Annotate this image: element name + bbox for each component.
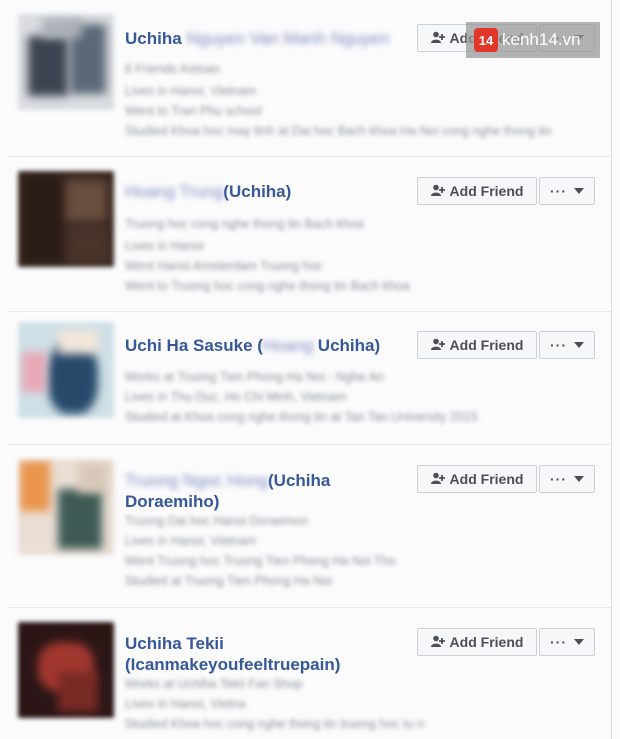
more-options-button[interactable]: ··· — [539, 177, 595, 205]
person-plus-icon — [430, 634, 445, 650]
result-meta: Works at Truong Tien Phong Ha Noi - Nghe… — [125, 370, 384, 384]
more-options-button[interactable]: ··· — [539, 331, 595, 359]
list-item: Hoang Trung(Uchiha) Truong hoc cong nghe… — [0, 157, 612, 312]
result-meta: Went Truong hoc Truong Tien Phong Ha Noi… — [125, 554, 396, 568]
list-item: Truong Ngoc Hong(Uchiha Doraemiho) Truon… — [0, 445, 612, 608]
add-friend-label: Add Friend — [449, 183, 524, 199]
person-plus-icon — [430, 337, 445, 353]
result-meta: Truong hoc cong nghe thong tin Bach khoa — [125, 217, 364, 231]
caret-down-icon — [574, 476, 584, 482]
ellipsis-icon: ··· — [550, 471, 567, 487]
result-meta: Lives in Hanoi, Vietnam — [125, 534, 257, 548]
result-meta: Studied at Khoa cong nghe thong tin at T… — [125, 410, 478, 424]
kenh14-logo-icon: 14 — [474, 28, 498, 52]
ellipsis-icon: ··· — [550, 634, 567, 650]
result-meta: Went to Tran Phu school — [125, 104, 262, 118]
add-friend-button[interactable]: Add Friend — [417, 628, 537, 656]
result-name[interactable]: Truong Ngoc Hong(Uchiha Doraemiho) — [125, 470, 415, 512]
result-name[interactable]: Uchiha Nguyen Van Manh Nguyen — [125, 28, 410, 49]
avatar[interactable] — [18, 322, 114, 418]
result-meta: Went Hanoi Amsterdam Truong hoc — [125, 259, 323, 273]
caret-down-icon — [574, 342, 584, 348]
add-friend-label: Add Friend — [449, 337, 524, 353]
more-options-button[interactable]: ··· — [539, 628, 595, 656]
ellipsis-icon: ··· — [550, 183, 567, 199]
result-name[interactable]: Uchi Ha Sasuke (Hoang Uchiha) — [125, 335, 420, 356]
result-meta: 6 Friends Ketoan — [125, 62, 221, 76]
result-meta: Truong Dai hoc Hanoi Doraemon — [125, 514, 308, 528]
list-item: Uchiha Tekii (Icanmakeyoufeeltruepain) W… — [0, 608, 612, 739]
add-friend-button[interactable]: Add Friend — [417, 331, 537, 359]
ellipsis-icon: ··· — [550, 337, 567, 353]
add-friend-button[interactable]: Add Friend — [417, 177, 537, 205]
result-meta: Works at Uchiha Tekii Fan Shop — [125, 677, 303, 691]
result-name[interactable]: Hoang Trung(Uchiha) — [125, 181, 410, 202]
result-meta: Studied at Truong Tien Phong Ha Noi — [125, 574, 333, 588]
person-plus-icon — [430, 30, 445, 46]
add-friend-button[interactable]: Add Friend — [417, 465, 537, 493]
result-meta: Studied Khoa hoc cong nghe thong tin tru… — [125, 717, 425, 731]
person-plus-icon — [430, 471, 445, 487]
result-name[interactable]: Uchiha Tekii (Icanmakeyoufeeltruepain) — [125, 633, 410, 675]
add-friend-label: Add Friend — [449, 471, 524, 487]
caret-down-icon — [574, 188, 584, 194]
add-friend-label: Add Friend — [449, 634, 524, 650]
person-plus-icon — [430, 183, 445, 199]
avatar[interactable] — [18, 459, 114, 555]
search-results-page: Uchiha Nguyen Van Manh Nguyen 6 Friends … — [0, 0, 620, 739]
result-meta: Lives in Hanoi — [125, 239, 204, 253]
result-meta: Lives in Hanoi, Vietnam — [125, 84, 257, 98]
avatar[interactable] — [18, 171, 114, 267]
avatar[interactable] — [18, 14, 114, 110]
result-meta: Lives in Thu Duc, Ho Chi Minh, Vietnam — [125, 390, 347, 404]
result-meta: Lives in Hanoi, Vietnam — [125, 697, 245, 711]
avatar[interactable] — [18, 622, 114, 718]
list-item: Uchi Ha Sasuke (Hoang Uchiha) Works at T… — [0, 312, 612, 445]
site-watermark: 14 kenh14.vn — [466, 22, 600, 58]
result-meta: Went to Truong hoc cong nghe thong tin B… — [125, 279, 410, 293]
caret-down-icon — [574, 639, 584, 645]
result-meta: Studied Khoa hoc may tinh at Dai hoc Bac… — [125, 124, 552, 138]
watermark-text: kenh14.vn — [502, 30, 581, 49]
more-options-button[interactable]: ··· — [539, 465, 595, 493]
